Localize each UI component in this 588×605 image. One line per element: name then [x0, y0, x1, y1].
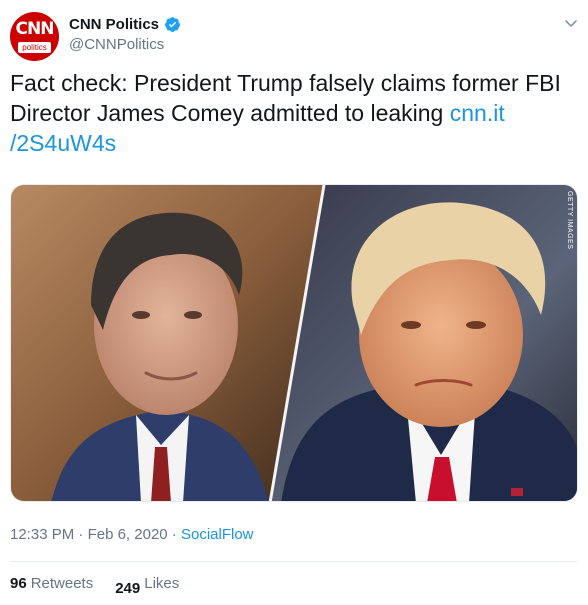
tweet-date[interactable]: Feb 6, 2020 [88, 526, 168, 543]
divider [10, 561, 578, 562]
photo-credit: GETTY IMAGES [566, 191, 573, 250]
retweets-count: 96 [10, 575, 27, 592]
tweet-time[interactable]: 12:33 PM [10, 526, 74, 543]
meta-separator: · [78, 526, 84, 543]
handle[interactable]: @CNNPolitics [69, 36, 181, 53]
likes-count: 249 [115, 580, 141, 597]
photo-illustration [11, 185, 577, 501]
chevron-down-icon[interactable] [564, 16, 578, 30]
tweet-stats: 96 Retweets 249 Likes [10, 575, 180, 597]
tweet-image[interactable]: GETTY IMAGES [10, 184, 578, 502]
avatar[interactable]: CNN politics [10, 12, 59, 61]
retweets-stat[interactable]: 96 Retweets [10, 575, 93, 592]
likes-stat[interactable]: 249 Likes [115, 575, 180, 597]
avatar-logo-text: CNN [15, 19, 55, 39]
flag-pin [511, 488, 523, 496]
meta-separator-2: · [171, 526, 177, 543]
tweet-card: CNN politics CNN Politics @CNNPolitics F… [0, 0, 588, 605]
verified-badge-icon [165, 16, 180, 32]
display-name[interactable]: CNN Politics [69, 16, 159, 33]
avatar-logo-subtext: politics [18, 42, 51, 53]
tweet-source[interactable]: SocialFlow [181, 526, 254, 543]
display-name-row: CNN Politics [69, 14, 181, 34]
author-block[interactable]: CNN Politics @CNNPolitics [69, 14, 181, 53]
likes-label: Likes [144, 575, 180, 592]
tweet-meta: 12:33 PM · Feb 6, 2020 · SocialFlow [10, 526, 254, 543]
retweets-label: Retweets [30, 575, 94, 592]
tweet-text: Fact check: President Trump falsely clai… [10, 68, 580, 158]
